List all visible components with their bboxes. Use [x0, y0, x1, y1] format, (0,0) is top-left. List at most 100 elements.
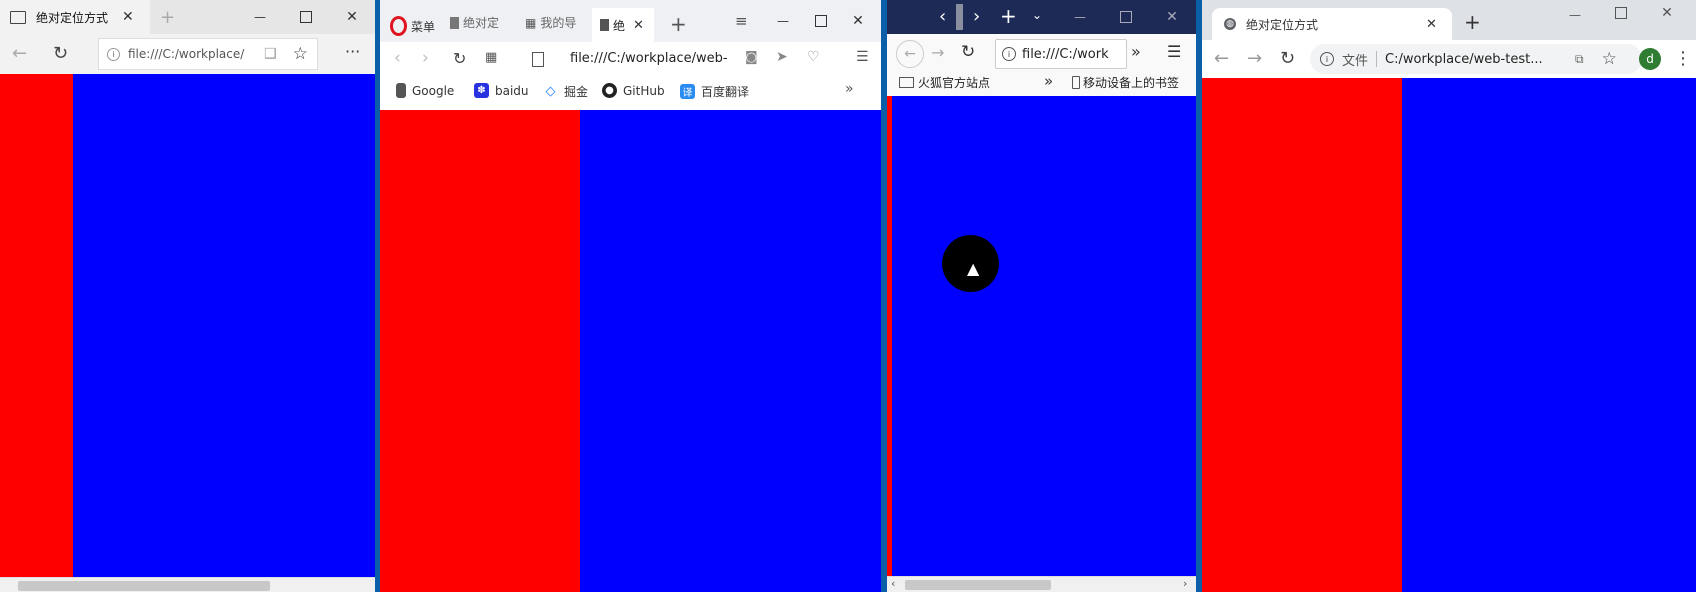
horizontal-scrollbar[interactable] [0, 577, 375, 592]
globe-icon: ◍ [1224, 18, 1236, 30]
tab-indicator [956, 4, 963, 30]
bookmark-github[interactable]: ● GitHub [602, 83, 665, 98]
close-window-button[interactable]: ✕ [835, 4, 881, 38]
speed-dial-icon: ▦ [525, 15, 537, 30]
back-arrow-icon[interactable]: ← [1214, 48, 1229, 69]
edge-address-bar[interactable]: i file:///C:/workplace/ ❑ ☆ [98, 38, 318, 70]
scrollbar-thumb[interactable] [18, 581, 270, 591]
refresh-icon[interactable]: ↻ [1280, 48, 1295, 69]
minimize-button[interactable]: — [1057, 0, 1103, 34]
easy-setup-icon[interactable]: ☰ [856, 49, 869, 65]
bookmark-mobile[interactable]: 移动设备上的书签 [1072, 74, 1179, 91]
more-menu-icon[interactable]: ··· [345, 42, 360, 61]
forward-arrow-icon[interactable]: › [422, 48, 429, 68]
chrome-omnibox[interactable]: i 文件 C:/workplace/web-test... ⧉ ☆ [1310, 44, 1642, 74]
blue-area [1402, 78, 1696, 592]
camera-icon[interactable]: ◙ [745, 50, 758, 65]
blue-area [580, 110, 881, 592]
opera-tab-3-active[interactable]: 绝 ✕ [592, 8, 654, 42]
opera-logo-icon [390, 16, 407, 36]
close-window-button[interactable]: ✕ [1149, 0, 1195, 34]
paw-icon: ✽ [474, 83, 489, 98]
opera-tab-3-title: 绝 [613, 18, 626, 33]
bookmark-label: 火狐官方站点 [918, 76, 991, 90]
close-icon[interactable]: ✕ [122, 9, 134, 25]
chrome-tab[interactable]: ◍ 绝对定位方式 ✕ [1212, 8, 1452, 40]
bookmark-firefox-official[interactable]: 火狐官方站点 [899, 74, 990, 91]
chrome-address-text: C:/workplace/web-test... [1385, 51, 1543, 67]
overflow-chevron-icon[interactable]: » [1131, 42, 1141, 61]
blue-area [892, 96, 1196, 576]
folder-icon [899, 77, 914, 88]
page-icon [396, 83, 406, 98]
horizontal-scrollbar[interactable]: ‹ › [887, 576, 1196, 592]
new-tab-icon[interactable]: + [1000, 4, 1017, 28]
favorite-star-icon[interactable]: ☆ [293, 44, 308, 64]
bookmark-google[interactable]: Google [396, 83, 454, 98]
mobile-device-icon [1072, 76, 1080, 89]
opera-tab-2[interactable]: ▦ 我的导 [525, 14, 576, 31]
blue-area [73, 74, 375, 578]
new-tab-icon[interactable]: + [670, 12, 687, 36]
translate-icon[interactable]: ⧉ [1575, 52, 1584, 67]
bookmark-label: 掘金 [564, 85, 589, 99]
close-icon[interactable]: ✕ [633, 18, 644, 33]
translate-icon: 译 [680, 84, 695, 99]
scroll-right-icon[interactable]: › [1183, 577, 1187, 590]
send-icon[interactable]: ➤ [776, 49, 788, 65]
edge-tab-title: 绝对定位方式 [36, 10, 109, 25]
close-icon[interactable]: ✕ [1426, 17, 1437, 32]
opera-tab-2-title: 我的导 [540, 16, 577, 30]
opera-menu-button[interactable]: 菜单 [390, 16, 435, 36]
maximize-button[interactable] [1598, 0, 1644, 30]
firefox-address-bar[interactable]: i file:///C:/work [995, 39, 1127, 69]
speed-dial-icon[interactable]: ▦ [485, 50, 497, 65]
maximize-button[interactable] [283, 0, 329, 34]
edge-tab[interactable]: 绝对定位方式 ✕ [0, 0, 150, 34]
scrollbar-thumb[interactable] [905, 580, 1051, 590]
github-icon: ● [602, 83, 617, 98]
red-column [1202, 78, 1402, 592]
back-arrow-icon[interactable]: ← [12, 43, 27, 64]
minimize-button[interactable]: — [1552, 0, 1598, 32]
refresh-icon[interactable]: ↻ [53, 43, 68, 64]
scroll-left-icon[interactable]: ‹ [891, 577, 895, 590]
new-tab-icon[interactable]: + [1464, 10, 1481, 34]
new-tab-icon[interactable]: + [160, 7, 175, 28]
tab-scroll-left-icon[interactable]: ‹ [939, 6, 946, 27]
info-icon[interactable]: i [1002, 47, 1016, 61]
close-window-button[interactable]: ✕ [329, 0, 375, 34]
hamburger-menu-icon[interactable]: ☰ [1167, 42, 1181, 61]
mouse-pointer-icon: ▲ [967, 259, 980, 278]
minimize-button[interactable]: — [237, 0, 283, 34]
tab-menu-icon[interactable]: ≡ [735, 12, 748, 30]
tab-scroll-right-icon[interactable]: › [973, 6, 980, 27]
info-icon[interactable]: i [1320, 52, 1334, 66]
heart-icon[interactable]: ♡ [807, 49, 820, 65]
forward-arrow-icon[interactable]: → [931, 43, 944, 62]
bookmark-baidu[interactable]: ✽ baidu [474, 83, 529, 98]
bookmark-juejin[interactable]: ◇ 掘金 [543, 83, 589, 100]
back-arrow-icon[interactable]: ‹ [394, 48, 401, 68]
avatar[interactable]: d [1639, 48, 1661, 70]
more-menu-icon[interactable]: ⋮ [1674, 48, 1692, 69]
chevron-down-icon[interactable]: ⌄ [1032, 8, 1042, 22]
firefox-address-text: file:///C:/work [1022, 46, 1109, 62]
omnibox-divider [1376, 51, 1378, 67]
refresh-icon[interactable]: ↻ [961, 42, 975, 62]
refresh-icon[interactable]: ↻ [453, 49, 466, 68]
opera-address-text[interactable]: file:///C:/workplace/web- [570, 51, 728, 66]
more-bookmarks-icon[interactable]: » [1044, 72, 1053, 90]
bookmark-star-icon[interactable]: ☆ [1602, 49, 1617, 69]
opera-tab-1[interactable]: 绝对定 [450, 14, 499, 31]
bookmark-label: 移动设备上的书签 [1083, 76, 1180, 90]
more-bookmarks-icon[interactable]: » [845, 81, 854, 97]
red-column [380, 110, 580, 592]
maximize-button[interactable] [1103, 0, 1149, 34]
bookmark-baidu-translate[interactable]: 译 百度翻译 [680, 83, 749, 100]
forward-arrow-icon[interactable]: → [1247, 48, 1262, 69]
info-icon[interactable]: i [107, 47, 120, 61]
reading-view-icon[interactable]: ❑ [264, 46, 277, 62]
back-arrow-icon[interactable]: ← [896, 40, 924, 68]
close-window-button[interactable]: ✕ [1644, 0, 1690, 30]
